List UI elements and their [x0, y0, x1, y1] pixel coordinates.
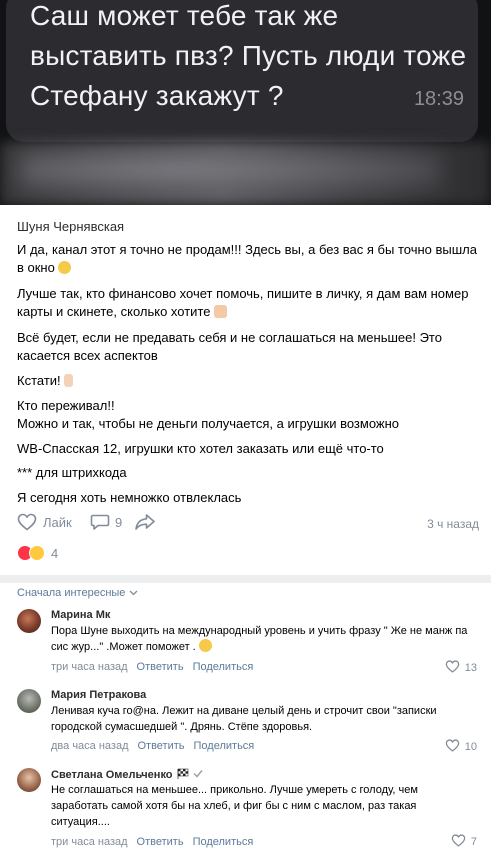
share-link[interactable]: Поделиться	[193, 661, 254, 673]
verified-check-icon	[193, 769, 203, 781]
post-paragraph: WB-Спасская 12, игрушки кто хотел заказа…	[17, 441, 384, 456]
comment-meta: два часа назад Ответить Поделиться	[51, 740, 254, 752]
comment-author[interactable]: Марина Мк	[51, 609, 110, 621]
comments-sort-dropdown[interactable]: Сначала интересные	[17, 587, 138, 599]
post-paragraph: *** для штрихкода	[17, 465, 127, 480]
comment-like-button[interactable]: 13	[445, 660, 477, 676]
reply-link[interactable]: Ответить	[137, 836, 184, 848]
post-actions: Лайк 9 3 ч назад	[17, 511, 479, 535]
comment-like-button[interactable]: 10	[445, 739, 477, 755]
avatar[interactable]	[17, 689, 41, 713]
reply-link[interactable]: Ответить	[137, 740, 184, 752]
heart-outline-icon	[445, 660, 460, 676]
comment-author[interactable]: Светлана Омельченко	[51, 769, 173, 781]
post-time: 3 ч назад	[427, 517, 479, 531]
embedded-screenshot: Саш может тебе так же выставить пвз? Пус…	[0, 0, 491, 205]
share-button[interactable]	[134, 513, 156, 531]
post-paragraph: Всё будет, если не предавать себя и не с…	[17, 330, 442, 363]
post-paragraph: Можно и так, чтобы не деньги получается,…	[17, 416, 400, 431]
heart-outline-icon	[17, 513, 37, 531]
share-link[interactable]: Поделиться	[194, 740, 255, 752]
sort-label: Сначала интересные	[17, 587, 126, 599]
comment-text: Ленивая куча го@на. Лежит на диване целы…	[51, 705, 437, 733]
chevron-down-icon	[129, 587, 138, 599]
reply-link[interactable]: Ответить	[137, 661, 184, 673]
comment-text: Не соглашаться на меньшее... прикольно. …	[51, 784, 418, 828]
like-button[interactable]: Лайк	[17, 513, 72, 531]
comment-meta: три часа назад Ответить Поделиться	[51, 661, 253, 673]
praying-hands-emoji-icon	[214, 305, 228, 318]
post-paragraph: Кстати!	[17, 372, 479, 390]
grinning-emoji-icon	[198, 639, 212, 652]
comment-time: два часа назад	[51, 740, 129, 752]
avatar[interactable]	[17, 609, 41, 633]
comment-like-count: 13	[464, 662, 477, 674]
pointing-up-emoji-icon	[64, 374, 74, 387]
post-paragraph: Лучше так, кто финансово хочет помочь, п…	[17, 286, 469, 319]
share-link[interactable]: Поделиться	[193, 836, 254, 848]
comment-icon	[90, 513, 110, 531]
message-text: Саш может тебе так же выставить пвз? Пус…	[30, 0, 467, 111]
message-time: 18:39	[413, 88, 464, 110]
comments-count: 9	[115, 514, 123, 530]
post-paragraph: И да, канал этот я точно не продам!!! Зд…	[17, 242, 477, 275]
heart-outline-icon	[451, 834, 466, 850]
post-paragraph: Кто переживал!!	[17, 398, 115, 413]
comment-author-row: Светлана Омельченко	[51, 768, 203, 782]
comment-author[interactable]: Мария Петракова	[51, 689, 146, 701]
reactions-summary[interactable]: 4	[17, 545, 58, 561]
reactions-count: 4	[51, 545, 59, 561]
comment-time: три часа назад	[51, 661, 128, 673]
crying-emoji-icon	[58, 261, 72, 274]
blurred-area-highlight	[20, 150, 440, 190]
comment-like-count: 10	[464, 741, 477, 753]
post-author[interactable]: Шуня Чернявская	[17, 219, 124, 234]
section-divider	[0, 575, 491, 583]
comment-meta: три часа назад Ответить Поделиться	[51, 836, 253, 848]
message-bubble: Саш может тебе так же выставить пвз? Пус…	[6, 0, 478, 142]
comment-time: три часа назад	[51, 836, 128, 848]
comments-button[interactable]: 9	[90, 513, 122, 531]
comment-text: Пора Шуне выходить на международный уров…	[51, 625, 468, 653]
comment-like-button[interactable]: 7	[451, 834, 477, 850]
like-label: Лайк	[43, 514, 72, 530]
checkered-flag-icon	[177, 768, 189, 782]
heart-outline-icon	[445, 739, 460, 755]
wow-reaction-icon	[29, 545, 45, 561]
avatar[interactable]	[17, 768, 41, 792]
share-arrow-icon	[134, 513, 156, 531]
post-paragraph: Я сегодня хоть немножко отвлеклась	[17, 490, 242, 505]
comment-like-count: 7	[470, 836, 477, 848]
